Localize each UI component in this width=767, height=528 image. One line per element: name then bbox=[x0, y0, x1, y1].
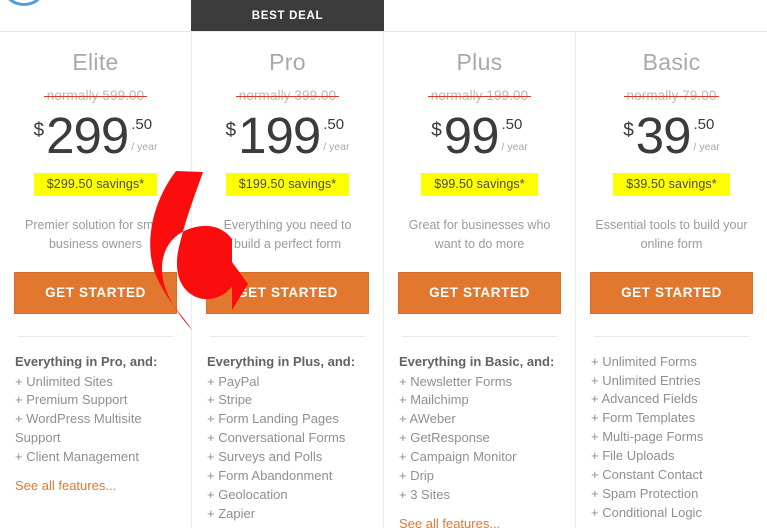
plan-name: Pro bbox=[269, 49, 306, 75]
feature-item: + Campaign Monitor bbox=[399, 448, 517, 464]
decorative-circle-arc bbox=[4, 0, 44, 6]
price-fraction-group: .50 / year bbox=[323, 117, 349, 153]
features-list: + Unlimited Forms + Unlimited Entries + Ad… bbox=[590, 353, 753, 523]
plan-description: Everything you need to build a perfect f… bbox=[223, 218, 352, 252]
plan-column-plus: Plus normally 199.00 $99.50 / year $99.50 sa… bbox=[384, 32, 576, 528]
price-display: $299.50 / year bbox=[14, 107, 177, 164]
billing-period: / year bbox=[693, 141, 720, 153]
plan-name: Basic bbox=[642, 49, 701, 75]
plan-description: Great for businesses who want to do more bbox=[408, 218, 551, 252]
savings-badge: $199.50 savings* bbox=[225, 173, 350, 196]
original-price: normally 399.00 bbox=[235, 88, 340, 103]
features-list: Everything in Pro, and: + Unlimited Sites… bbox=[14, 353, 177, 495]
feature-item: + Newsletter Forms bbox=[399, 373, 513, 389]
features-heading: Everything in Pro, and: bbox=[15, 353, 158, 369]
strikethrough-line bbox=[43, 95, 148, 98]
best-deal-label: BEST DEAL bbox=[251, 9, 324, 22]
feature-item: + Unlimited Sites bbox=[15, 373, 113, 389]
feature-item: + Spam Protection bbox=[591, 485, 699, 501]
features-list: Everything in Plus, and: + PayPal + Stripe… bbox=[206, 353, 369, 524]
currency-symbol: $ bbox=[225, 120, 237, 141]
feature-item: + Geolocation bbox=[207, 486, 288, 502]
section-divider bbox=[402, 335, 557, 337]
get-started-button[interactable]: GET STARTED bbox=[14, 271, 177, 314]
features-heading: Everything in Basic, and: bbox=[399, 353, 555, 369]
plan-name: Plus bbox=[456, 49, 503, 75]
feature-item: + Zapier bbox=[207, 505, 256, 521]
strikethrough-line bbox=[235, 95, 340, 98]
savings-badge: $39.50 savings* bbox=[613, 173, 730, 196]
savings-badge: $299.50 savings* bbox=[33, 173, 158, 196]
feature-item: + Multi-page Forms bbox=[591, 429, 704, 445]
feature-item: + Conditional Logic bbox=[591, 504, 702, 520]
section-divider bbox=[18, 335, 173, 337]
get-started-button[interactable]: GET STARTED bbox=[206, 271, 369, 314]
section-divider bbox=[210, 335, 365, 337]
feature-item: + Surveys and Polls bbox=[207, 448, 323, 464]
strikethrough-line bbox=[427, 95, 532, 98]
price-cents: .50 bbox=[131, 116, 153, 133]
feature-item: + 3 Sites bbox=[399, 486, 450, 502]
currency-symbol: $ bbox=[623, 120, 634, 141]
plan-description: Essential tools to build your online for… bbox=[595, 218, 748, 252]
feature-item: + Stripe bbox=[207, 392, 253, 408]
features-list: Everything in Basic, and: + Newsletter Fo… bbox=[398, 353, 561, 528]
section-divider bbox=[594, 335, 749, 337]
feature-item: + Drip bbox=[399, 467, 435, 483]
billing-period: / year bbox=[323, 141, 350, 153]
strikethrough-line bbox=[623, 95, 720, 98]
billing-period: / year bbox=[131, 141, 158, 153]
plan-columns: Elitenormally 599.00$299.50/ year$299.50… bbox=[0, 32, 767, 528]
savings-badge: $99.50 savings* bbox=[421, 173, 538, 196]
feature-item: + Form Templates bbox=[591, 410, 696, 426]
best-deal-banner: BEST DEAL bbox=[191, 0, 384, 31]
price-amount: 99 bbox=[443, 107, 500, 164]
price-cents: .50 bbox=[693, 116, 715, 133]
feature-item: + File Uploads bbox=[591, 447, 675, 463]
price-amount: 299 bbox=[46, 107, 129, 164]
feature-item: + Client Management bbox=[15, 448, 139, 464]
billing-period: / year bbox=[501, 141, 528, 153]
price-amount: 39 bbox=[635, 107, 692, 164]
currency-symbol: $ bbox=[33, 120, 45, 141]
original-price: normally 599.00 bbox=[43, 88, 148, 103]
price-cents: .50 bbox=[323, 116, 345, 133]
see-all-features-link[interactable]: See all features... bbox=[399, 516, 500, 528]
original-price: normally 79.00 bbox=[623, 88, 720, 103]
price-cents: .50 bbox=[501, 116, 523, 133]
features-heading: Everything in Plus, and: bbox=[207, 353, 356, 369]
feature-item: + Conversational Forms bbox=[207, 430, 346, 446]
feature-item: + Form Abandonment bbox=[207, 467, 333, 483]
feature-item: + Form Landing Pages bbox=[207, 411, 339, 427]
get-started-button[interactable]: GET STARTED bbox=[398, 271, 561, 314]
plan-description: Premier solution for small business owne… bbox=[24, 218, 166, 252]
original-price: normally 199.00 bbox=[427, 88, 532, 103]
price-display: $199.50 / year bbox=[206, 107, 369, 164]
feature-item: + Unlimited Forms bbox=[591, 353, 697, 369]
feature-item: + AWeber bbox=[399, 411, 456, 427]
feature-item: + Premium Support bbox=[15, 392, 128, 408]
get-started-button[interactable]: GET STARTED bbox=[590, 271, 753, 314]
feature-item: + PayPal bbox=[207, 373, 260, 389]
currency-symbol: $ bbox=[431, 120, 442, 141]
feature-item: + Unlimited Entries bbox=[591, 372, 701, 388]
price-fraction-group: .50 / year bbox=[694, 117, 720, 153]
price-display: $99.50 / year bbox=[398, 107, 561, 164]
feature-item: + Advanced Fields bbox=[591, 391, 698, 407]
plan-column-pro: Pro normally 399.00 $199.50 / year $199.50 s… bbox=[192, 32, 384, 528]
price-fraction-group: .50 / year bbox=[502, 117, 528, 153]
plan-name: Elite bbox=[72, 49, 119, 75]
feature-item: + Constant Contact bbox=[591, 466, 703, 482]
pricing-table: BEST DEAL Elitenormally 599.00$299.50/ y… bbox=[0, 0, 767, 528]
price-fraction-group: .50 / year bbox=[131, 117, 157, 153]
feature-item: + Mailchimp bbox=[399, 392, 469, 408]
see-all-features-link[interactable]: See all features... bbox=[15, 478, 116, 493]
feature-item: + GetResponse bbox=[399, 430, 490, 446]
price-display: $39.50 / year bbox=[590, 107, 753, 164]
price-amount: 199 bbox=[238, 107, 321, 164]
feature-item: + WordPress Multisite Support bbox=[15, 411, 142, 446]
plan-column-basic: Basic normally 79.00 $39.50 / year $39.50 sa… bbox=[576, 32, 767, 528]
plan-column-elite: Elitenormally 599.00$299.50/ year$299.50… bbox=[0, 32, 192, 528]
